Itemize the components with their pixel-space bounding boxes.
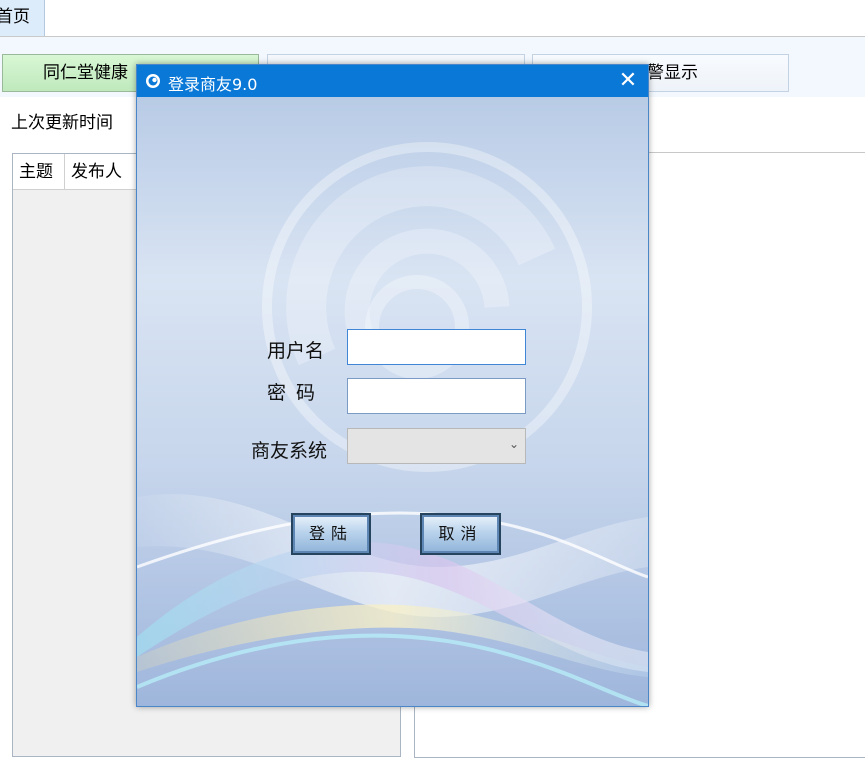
column-header-publisher[interactable]: 发布人 [65, 154, 145, 190]
system-select[interactable]: ⌄ [347, 428, 526, 464]
password-label: 密码 [267, 382, 326, 404]
login-dialog: 登录商友9.0 ✕ 用户名 密码 商友系统 ⌄ 登陆 取消 [136, 64, 649, 707]
username-label: 用户名 [267, 340, 325, 362]
dialog-title: 登录商友9.0 [168, 75, 258, 94]
dialog-body: 用户名 密码 商友系统 ⌄ 登陆 取消 [137, 97, 648, 706]
column-header-subject[interactable]: 主题 [13, 154, 65, 190]
dialog-titlebar[interactable]: 登录商友9.0 ✕ [137, 65, 648, 97]
username-input[interactable] [347, 329, 526, 365]
close-icon: ✕ [618, 68, 638, 93]
tab-home-label: 首页 [0, 7, 30, 27]
chevron-down-icon: ⌄ [508, 437, 519, 451]
system-label: 商友系统 [251, 440, 328, 462]
top-tabstrip: 首页 [0, 0, 865, 37]
cancel-button[interactable]: 取消 [420, 513, 501, 555]
tongrentang-button-label: 同仁堂健康 [43, 63, 128, 83]
app-logo-icon [146, 74, 160, 88]
password-input[interactable] [347, 378, 526, 414]
tab-home[interactable]: 首页 [0, 0, 45, 36]
login-button[interactable]: 登陆 [291, 513, 371, 555]
close-button[interactable]: ✕ [608, 65, 648, 97]
last-update-label: 上次更新时间 [11, 113, 113, 133]
alert-display-button-label: 警显示 [647, 63, 698, 83]
